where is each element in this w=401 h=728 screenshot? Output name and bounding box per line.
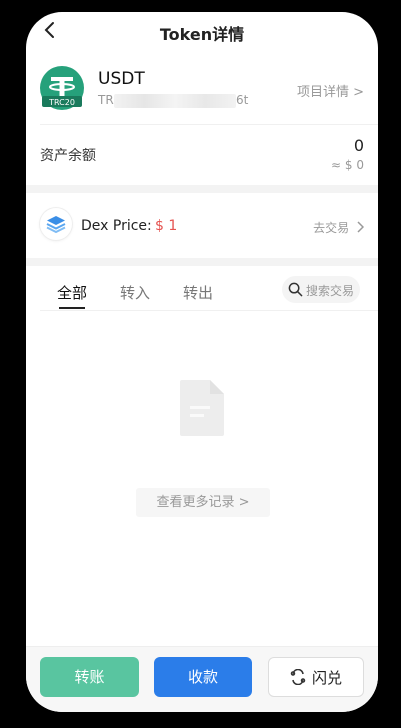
tab-all[interactable]: 全部 <box>57 282 87 303</box>
project-details-link[interactable]: 项目详情 > <box>297 81 364 100</box>
search-transactions-input[interactable]: 搜索交易 <box>282 276 360 303</box>
balance-usd: ≈ $ 0 <box>331 158 364 172</box>
divider <box>40 124 378 125</box>
chevron-right-icon <box>357 221 365 233</box>
transfer-button[interactable]: 转账 <box>40 657 139 697</box>
tab-outgoing[interactable]: 转出 <box>183 282 213 303</box>
page-title: Token详情 <box>159 25 245 44</box>
section-divider <box>26 258 378 266</box>
swap-button[interactable]: 闪兑 <box>268 657 364 697</box>
header: Token详情 <box>26 12 378 52</box>
tabs-divider <box>40 310 378 311</box>
balance-label: 资产余额 <box>40 148 96 164</box>
address-blurred <box>114 94 236 108</box>
search-icon <box>288 282 303 297</box>
dex-price-label: Dex Price: <box>81 218 152 234</box>
empty-document-icon <box>180 380 224 436</box>
screen: Token详情 TRC20 USDT TR 6t 项目详情 > 资产余额 0 ≈… <box>26 12 378 712</box>
swap-label: 闪兑 <box>311 669 342 687</box>
search-placeholder: 搜索交易 <box>306 284 355 298</box>
section-divider <box>26 185 378 193</box>
receive-button[interactable]: 收款 <box>154 657 252 697</box>
token-badge: TRC20 <box>49 98 75 107</box>
go-trade-link[interactable]: 去交易 <box>313 219 365 236</box>
token-name: USDT <box>98 69 145 89</box>
dex-layers-icon <box>40 208 72 240</box>
token-address-suffix: 6t <box>236 93 249 107</box>
go-trade-label: 去交易 <box>313 221 350 235</box>
active-tab-indicator <box>59 307 85 309</box>
swap-icon <box>290 668 306 685</box>
view-more-records-button[interactable]: 查看更多记录 > <box>136 488 270 517</box>
token-address-prefix: TR <box>98 93 114 107</box>
dex-price-value: $ 1 <box>155 218 178 234</box>
tab-incoming[interactable]: 转入 <box>120 282 150 303</box>
balance-amount: 0 <box>353 136 364 155</box>
